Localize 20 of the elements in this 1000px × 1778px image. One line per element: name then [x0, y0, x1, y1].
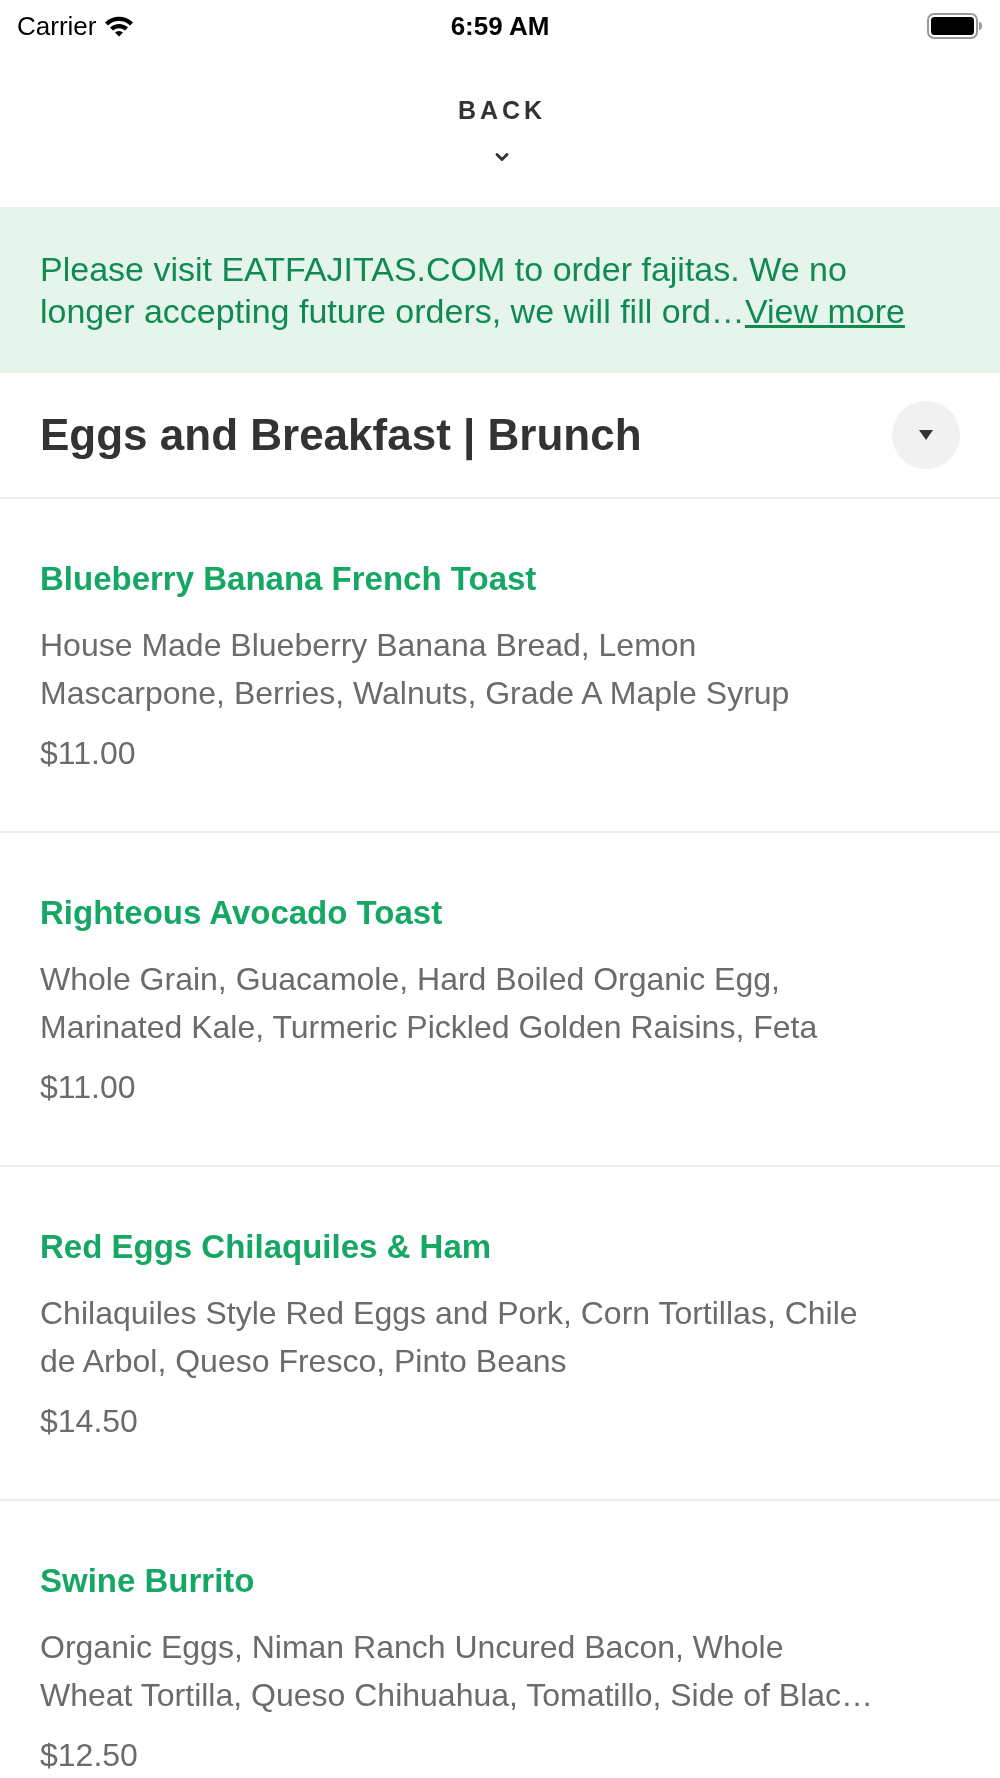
back-button[interactable]: BACK — [453, 98, 547, 167]
notice-text: Please visit EATFAJITAS.COM to order fajitas. We no longer accepting future orders, we will fill ord…View more — [40, 249, 906, 332]
clock-time: 6:59 AM — [450, 13, 550, 39]
item-price: $11.00 — [40, 1068, 137, 1107]
wifi-icon — [104, 15, 135, 37]
item-name[interactable]: Swine Burrito — [40, 1561, 960, 1601]
item-price: $11.00 — [40, 734, 137, 773]
view-more-link[interactable]: View more — [744, 292, 905, 330]
item-name[interactable]: Red Eggs Chilaquiles & Ham — [40, 1227, 960, 1267]
battery-icon — [927, 13, 983, 39]
item-description: Organic Eggs, Niman Ranch Uncured Bacon, Whole Wheat Tortilla, Queso Chihuahua, Tomatillo, Side of Blac… — [40, 1628, 875, 1715]
item-name[interactable]: Righteous Avocado Toast — [40, 893, 960, 933]
caret-down-icon — [919, 430, 933, 440]
item-description: Whole Grain, Guacamole, Hard Boiled Organic Egg, Marinated Kale, Turmeric Pickled Golden Raisins, Feta — [40, 960, 819, 1047]
carrier-label: Carrier — [17, 13, 97, 39]
item-description: House Made Blueberry Banana Bread, Lemon Mascarpone, Berries, Walnuts, Grade A Maple Syrup — [40, 626, 791, 713]
item-description: Chilaquiles Style Red Eggs and Pork, Corn Tortillas, Chile de Arbol, Queso Fresco, Pinto Beans — [40, 1294, 859, 1381]
item-name[interactable]: Blueberry Banana French Toast — [40, 559, 960, 599]
item-price: $12.50 — [40, 1736, 139, 1775]
item-price: $14.50 — [40, 1402, 139, 1441]
